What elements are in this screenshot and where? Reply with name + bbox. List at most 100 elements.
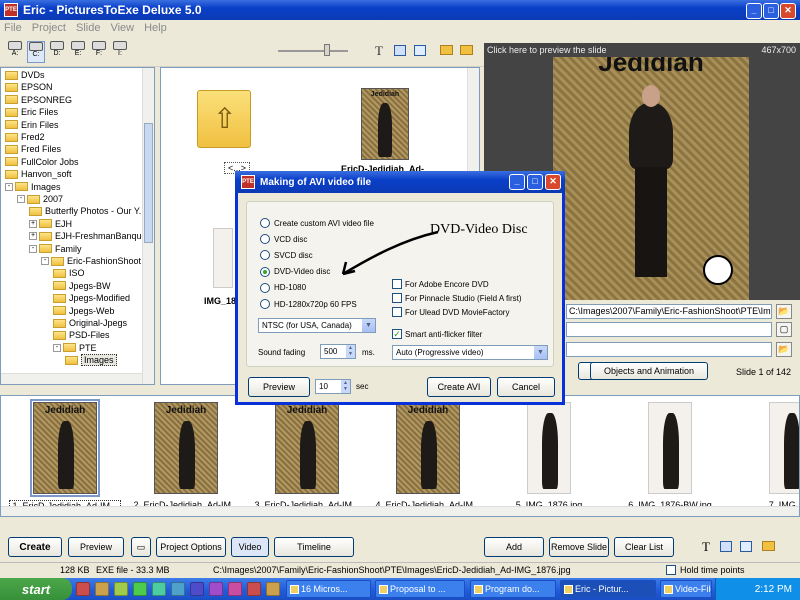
objects-animation-button[interactable]: Objects and Animation [590,362,708,380]
tree-item[interactable]: Hanvon_soft [5,168,72,180]
misc-icon[interactable] [266,582,280,596]
tree-item[interactable]: Fred Files [5,143,61,155]
checkbox-icon[interactable] [392,293,402,303]
radio-button-icon[interactable] [260,266,270,277]
tree-scroll-thumb[interactable] [144,123,153,243]
radio-option[interactable]: HD-1280x720p 60 FPS [260,299,357,309]
tv-standard-select[interactable]: NTSC (for USA, Canada) ▼ [258,318,376,333]
zoom-slider-thumb[interactable] [324,44,330,56]
close-icon[interactable]: ✕ [780,3,796,19]
tree-item[interactable]: - Eric-FashionShoot [41,255,141,267]
slide-thumbnail[interactable]: Jedidiah [275,402,339,494]
slide-layout-icon[interactable] [740,541,752,552]
spinner-arrows-icon[interactable]: ▲ ▼ [341,380,350,393]
layout-icon[interactable] [414,45,426,56]
dialog-maximize-icon[interactable]: □ [527,174,543,190]
menu-item-project[interactable]: Project [32,22,66,34]
folder-tree[interactable]: DVDs EPSON EPSONREG Eric Files Erin Files Fre… [0,67,155,385]
photoshop-icon[interactable] [114,582,128,596]
media-icon[interactable] [209,582,223,596]
tree-item[interactable]: Fred2 [5,131,45,143]
tree-item[interactable]: Jpegs-Modified [53,292,130,304]
browse-folder-icon[interactable]: 📂 [776,304,792,319]
text-icon[interactable]: T [375,43,383,59]
minimize-icon[interactable]: _ [746,3,762,19]
hold-time-points-checkbox[interactable] [666,565,676,575]
slide-thumbnail[interactable]: Jedidiah [30,399,100,497]
tree-item[interactable]: FullColor Jobs [5,156,79,168]
collapse-icon[interactable]: - [17,195,25,203]
excel-icon[interactable] [190,582,204,596]
tree-item[interactable]: + EJH-FreshmanBanquet [29,230,149,242]
folder-icon[interactable] [247,582,261,596]
maximize-icon[interactable]: □ [763,3,779,19]
expand-icon[interactable]: + [29,219,37,228]
slide-thumbnail[interactable] [527,402,571,494]
checkbox-option[interactable]: For Pinnacle Studio (Field A first) [392,293,522,303]
preview-button[interactable]: Preview [68,537,124,557]
slide-thumbnail[interactable] [769,402,799,494]
menu-item-slide[interactable]: Slide [76,22,100,34]
tree-item[interactable]: + EJH [29,218,72,230]
cancel-button[interactable]: Cancel [497,377,555,397]
collapse-icon[interactable]: - [5,182,13,191]
create-avi-button[interactable]: Create AVI [427,377,491,397]
collapse-icon[interactable]: - [41,257,49,265]
firefox-icon[interactable] [228,582,242,596]
collapse-icon[interactable]: - [53,343,61,352]
taskbar-item[interactable]: Video-Files [660,580,712,598]
remove-slide-button[interactable]: Remove Slide [549,537,609,557]
collapse-icon[interactable]: - [29,244,37,253]
tree-item[interactable]: PSD-Files [53,329,110,341]
radio-option[interactable]: HD-1080 [260,282,306,293]
slide-sound-field[interactable] [566,342,772,357]
file-thumbnail-1[interactable]: Jedidiah [361,88,409,160]
slide-thumbnail[interactable]: Jedidiah [154,402,218,494]
tree-item[interactable]: Erin Files [5,119,59,131]
radio-option[interactable]: DVD-Video disc [260,266,330,277]
taskbar-item[interactable]: 16 Micros... [286,580,371,598]
tree-item[interactable]: Images [65,354,117,367]
start-button[interactable]: start [0,578,72,600]
filter-mode-select[interactable]: Auto (Progressive video) ▼ [392,345,548,360]
project-options-button[interactable]: Project Options [156,537,226,557]
radio-button-icon[interactable] [260,234,270,245]
preview-seconds-input[interactable]: 10 ▲ ▼ [315,379,351,394]
dialog-close-icon[interactable]: ✕ [545,174,561,190]
outlook-icon[interactable] [95,582,109,596]
slide-thumbnail[interactable] [648,402,692,494]
tree-item[interactable]: - 2007 [17,193,63,205]
spinner-arrows-icon[interactable]: ▲ ▼ [346,345,355,358]
expand-icon[interactable]: + [29,232,37,241]
calc-icon[interactable] [133,582,147,596]
checkbox-option[interactable]: ✓ Smart anti-flicker filter [392,329,482,339]
tree-item[interactable]: Original-Jpegs [53,317,127,329]
create-button[interactable]: Create [8,537,62,557]
taskbar-item[interactable]: Eric - Pictur... [560,580,656,598]
sound-fading-input[interactable]: 500 ▲ ▼ [320,344,356,359]
drive-button[interactable]: E: [69,41,87,63]
tree-item[interactable]: Eric Files [5,106,58,118]
menu-item-help[interactable]: Help [144,22,167,34]
checkbox-option[interactable]: For Ulead DVD MovieFactory [392,307,509,317]
tree-item[interactable]: - PTE [53,342,97,354]
word-icon[interactable] [171,582,185,596]
tree-item[interactable]: Jpegs-BW [53,280,111,292]
file-thumbnail-2[interactable] [213,228,233,288]
radio-button-icon[interactable] [260,218,270,228]
copy-icon[interactable] [394,45,406,56]
folder-open-icon[interactable] [440,45,453,55]
tree-item[interactable]: ISO [53,267,85,279]
zoom-slider-track[interactable] [278,50,348,52]
taskbar-item[interactable]: Program do... [470,580,556,598]
drive-button[interactable]: D: [48,41,66,63]
chevron-down-icon[interactable]: ▼ [362,319,375,332]
mail-icon[interactable] [152,582,166,596]
drive-button[interactable]: F: [90,41,108,63]
slide-comment-field[interactable] [566,322,772,337]
chevron-down-icon[interactable]: ▼ [534,346,547,359]
tree-item[interactable]: EPSON [5,81,53,93]
strip-scrollbar[interactable] [1,506,799,516]
drive-button[interactable]: I: [111,41,129,63]
tree-item[interactable]: - Images [5,181,61,193]
